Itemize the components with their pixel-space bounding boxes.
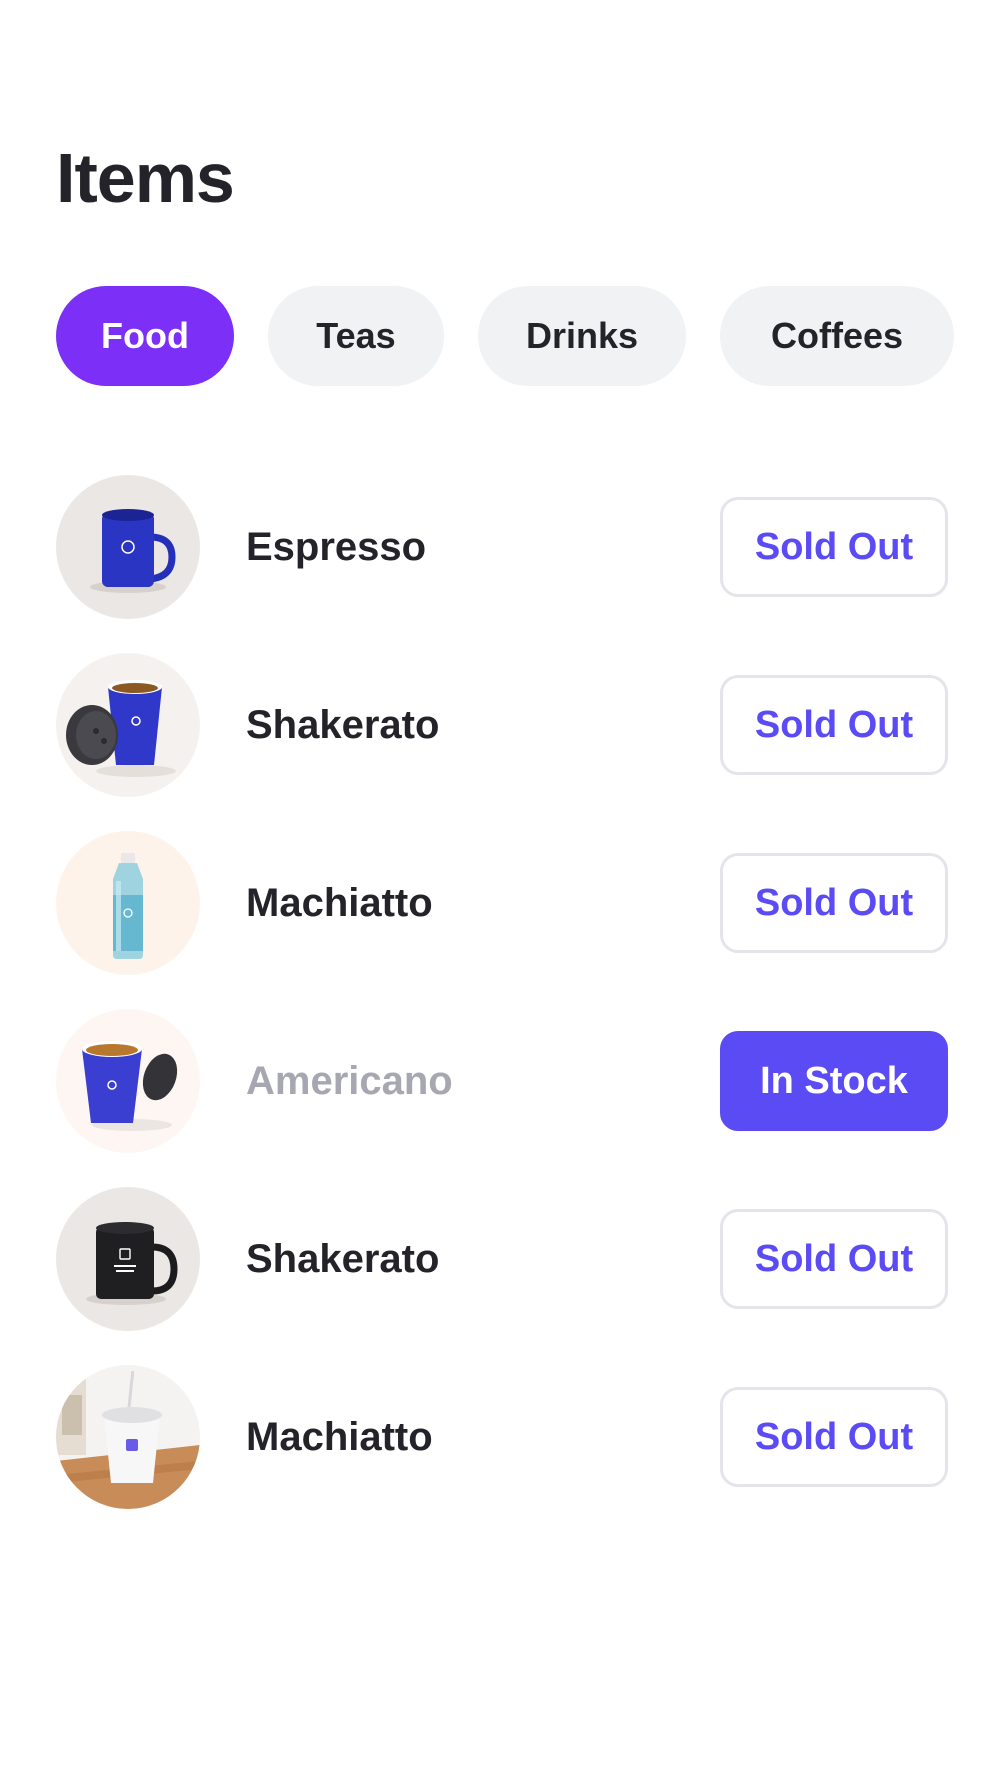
- sold-out-button[interactable]: Sold Out: [720, 675, 948, 775]
- list-item: Machiatto Sold Out: [56, 1365, 948, 1509]
- list-item: Americano In Stock: [56, 1009, 948, 1153]
- blue-cup-with-coffee-icon: [56, 1009, 200, 1153]
- item-name: Americano: [246, 1059, 453, 1103]
- black-mug-icon: [56, 1187, 200, 1331]
- list-item: Espresso Sold Out: [56, 475, 948, 619]
- sold-out-button[interactable]: Sold Out: [720, 853, 948, 953]
- blue-mug-icon: [56, 475, 200, 619]
- list-item: Machiatto Sold Out: [56, 831, 948, 975]
- item-name: Espresso: [246, 525, 427, 569]
- water-bottle-icon: [56, 831, 200, 975]
- item-name: Shakerato: [246, 1237, 440, 1281]
- items-list: Espresso Sold Out Shakerato Sold Out Mac…: [56, 475, 948, 1543]
- list-item: Shakerato Sold Out: [56, 1187, 948, 1331]
- in-stock-button[interactable]: In Stock: [720, 1031, 948, 1131]
- page-title: Items: [56, 139, 235, 217]
- tab-drinks[interactable]: Drinks: [478, 286, 686, 386]
- sold-out-button[interactable]: Sold Out: [720, 1209, 948, 1309]
- tab-coffees[interactable]: Coffees: [720, 286, 954, 386]
- sold-out-button[interactable]: Sold Out: [720, 497, 948, 597]
- item-name: Machiatto: [246, 881, 433, 925]
- blue-cup-with-lid-icon: [56, 653, 200, 797]
- list-item: Shakerato Sold Out: [56, 653, 948, 797]
- tab-teas[interactable]: Teas: [268, 286, 444, 386]
- tab-food[interactable]: Food: [56, 286, 234, 386]
- item-name: Shakerato: [246, 703, 440, 747]
- iced-cup-icon: [56, 1365, 200, 1509]
- category-tabs: Food Teas Drinks Coffees: [56, 286, 954, 386]
- sold-out-button[interactable]: Sold Out: [720, 1387, 948, 1487]
- item-name: Machiatto: [246, 1415, 433, 1459]
